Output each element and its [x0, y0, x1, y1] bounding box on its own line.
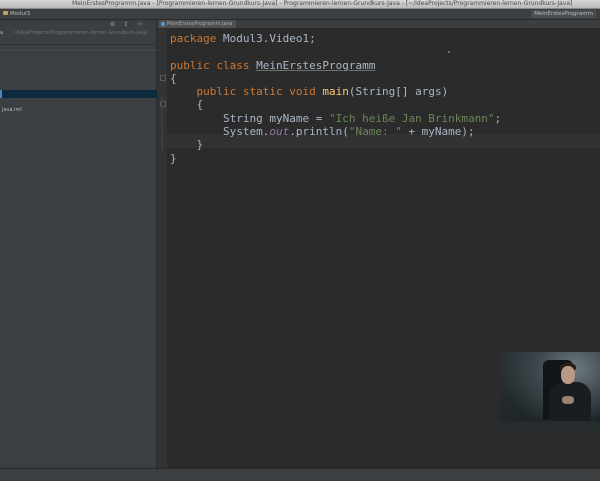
window-title: MeinErstesProgramm.java - [Programmieren… — [72, 0, 573, 7]
breadcrumb-module[interactable]: Modul3 — [10, 10, 30, 18]
static-field: out — [269, 125, 290, 139]
window-titlebar: MeinErstesProgramm.java - [Programmieren… — [0, 0, 600, 9]
project-root-label[interactable]: a — [0, 30, 3, 36]
code-line-1: package Modul3.Video1; — [170, 32, 316, 45]
run-config-selector[interactable]: MeinErstesProgramm — [531, 10, 596, 18]
code-line-6: { — [196, 98, 204, 112]
fold-class-icon[interactable] — [160, 75, 166, 81]
webcam-person-head — [561, 366, 575, 384]
method-name: main — [322, 85, 349, 99]
class-name: MeinErstesProgramm — [256, 58, 376, 72]
code-line-5: public static void main(String[] args) — [196, 85, 449, 99]
project-sidebar: ⚙ ↕ ⊣ a ~/IdeaProjects/Programmieren-ler… — [0, 20, 160, 468]
code-line-4: { — [170, 71, 177, 85]
project-root-path: ~/IdeaProjects/Programmieren-lernen-Grun… — [12, 30, 147, 36]
code-line-9: } — [196, 138, 204, 152]
sidebar-tool-icons[interactable]: ⚙ ↕ ⊣ — [110, 21, 144, 28]
mouse-pointer — [448, 51, 450, 53]
tree-separator — [0, 50, 158, 51]
tab-mein-erstes-programm[interactable]: MeinErstesProgramm.java — [159, 20, 237, 28]
webcam-desk — [499, 421, 600, 433]
string-literal: "Ich heiße Jan Brinkmann" — [328, 111, 495, 125]
status-bar — [0, 468, 600, 481]
webcam-person-hands — [562, 396, 574, 404]
java-file-icon — [161, 22, 165, 26]
webcam-overlay — [499, 352, 600, 433]
indent-guide — [161, 95, 163, 151]
string-literal: "Name: " — [348, 125, 402, 139]
editor-tabs: MeinErstesProgramm.java — [157, 20, 600, 29]
tree-item[interactable] — [0, 72, 158, 80]
code-line-7: String myName = "Ich heiße Jan Brinkmann… — [222, 111, 502, 125]
folder-icon — [3, 11, 8, 15]
code-line-3: public class MeinErstesProgramm — [170, 58, 376, 72]
code-text[interactable]: package Modul3.Video1; public class Mein… — [170, 32, 501, 165]
code-line-10: } — [170, 151, 177, 165]
tab-label: MeinErstesProgramm.java — [167, 21, 233, 27]
sidebar-header: ⚙ ↕ ⊣ a ~/IdeaProjects/Programmieren-ler… — [0, 20, 156, 45]
tree-item-selected[interactable] — [0, 90, 160, 98]
code-line-8: System.out.println("Name: " + myName); — [222, 125, 475, 139]
tree-item-iml[interactable]: Java.iml — [0, 106, 158, 114]
navigation-bar: Modul3 MeinErstesProgramm — [0, 9, 600, 20]
